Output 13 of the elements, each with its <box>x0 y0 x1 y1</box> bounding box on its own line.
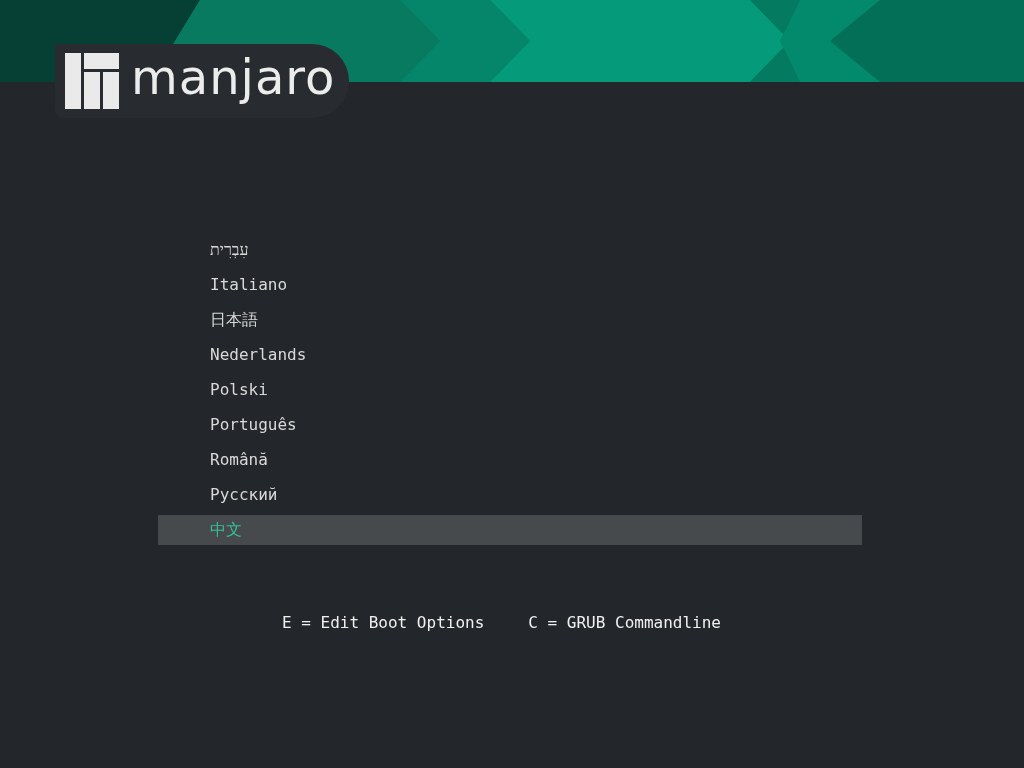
menu-item[interactable]: Nederlands <box>158 340 862 370</box>
menu-item[interactable]: Русский <box>158 480 862 510</box>
logo-text: manjaro <box>131 53 336 107</box>
menu-item[interactable]: Română <box>158 445 862 475</box>
menu-item[interactable]: עִבְרִית <box>158 235 862 265</box>
menu-item[interactable]: 日本語 <box>158 305 862 335</box>
key-hint: E = Edit Boot Options <box>282 613 485 633</box>
blocks-icon <box>65 53 119 109</box>
menu-item[interactable]: Português <box>158 410 862 440</box>
menu-item[interactable]: Italiano <box>158 270 862 300</box>
key-hint: C = GRUB Commandline <box>528 613 721 633</box>
menu-item[interactable]: 中文 <box>158 515 862 545</box>
menu-item[interactable]: Polski <box>158 375 862 405</box>
